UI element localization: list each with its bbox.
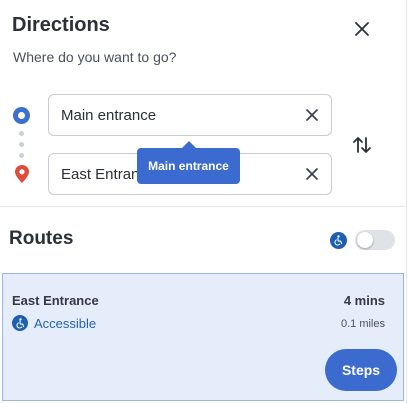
close-button[interactable]: [350, 17, 374, 41]
swap-icon: [353, 137, 371, 153]
page-title: Directions: [12, 14, 110, 36]
routes-heading: Routes: [9, 228, 74, 249]
route-name: East Entrance: [12, 293, 99, 308]
clear-destination-button[interactable]: [305, 167, 319, 181]
route-distance: 0.1 miles: [340, 318, 385, 330]
route-time: 4 mins: [343, 293, 385, 308]
route-card[interactable]: East Entrance 4 mins Accessible 0.1 mile…: [2, 273, 404, 401]
clear-icon: [306, 109, 318, 121]
location-pin-icon: [15, 165, 29, 183]
origin-tooltip: Main entrance: [137, 141, 240, 184]
panel-border: [406, 0, 407, 403]
close-icon: [355, 22, 369, 36]
divider: [0, 206, 406, 207]
origin-marker-icon: [13, 107, 30, 124]
wheelchair-icon: [330, 232, 347, 249]
accessible-label: Accessible: [34, 315, 97, 331]
swap-button[interactable]: [350, 133, 374, 157]
toggle-knob: [357, 232, 373, 248]
origin-field[interactable]: [48, 94, 332, 136]
steps-button[interactable]: Steps: [325, 349, 397, 391]
accessible-routes-toggle[interactable]: [355, 230, 395, 250]
route-dots: [19, 131, 24, 159]
origin-input[interactable]: [61, 95, 291, 135]
clear-origin-button[interactable]: [305, 108, 319, 122]
wheelchair-icon: [12, 315, 28, 331]
directions-panel: Directions Where do you want to go? Main…: [0, 0, 406, 403]
clear-icon: [306, 168, 318, 180]
page-subtitle: Where do you want to go?: [13, 49, 177, 65]
route-accessibility: Accessible: [12, 315, 96, 331]
